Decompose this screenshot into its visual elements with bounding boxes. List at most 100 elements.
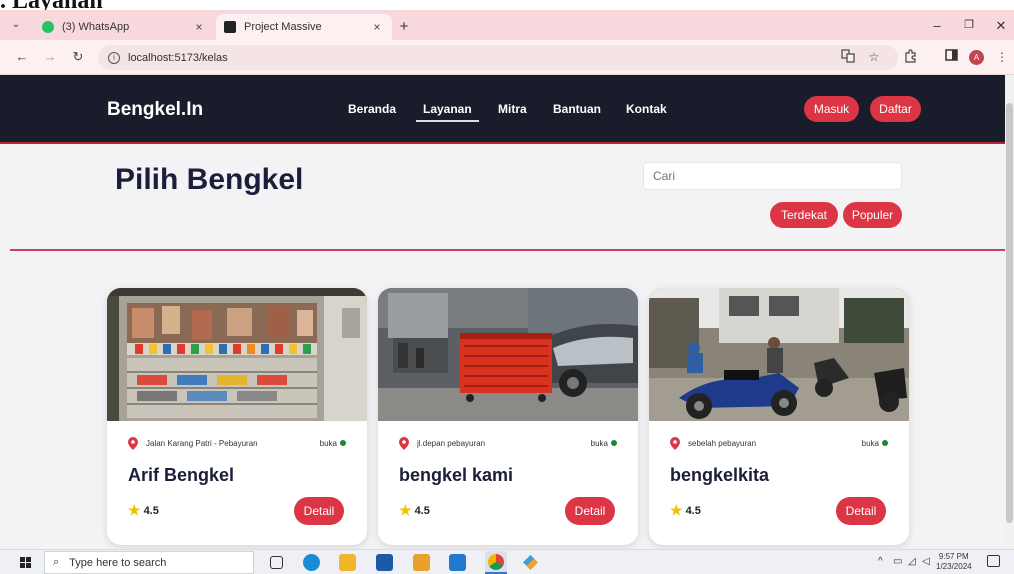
tab-label: (3) WhatsApp <box>62 21 130 33</box>
detail-button[interactable]: Detail <box>836 497 886 525</box>
workshop-photo <box>378 288 638 421</box>
show-hidden-icons-chevron-icon[interactable]: ^ <box>878 556 883 567</box>
rating-value: 4.5 <box>414 504 430 517</box>
browser-menu-icon[interactable]: ⋮ <box>994 49 1010 65</box>
workshop-name: Arif Bengkel <box>128 465 235 485</box>
tab-label: Project Massive <box>244 21 322 33</box>
rating-value: 4.5 <box>685 504 701 517</box>
workshop-card: sebelah pebayuran buka bengkelkita ★ 4.5 … <box>649 288 909 545</box>
close-icon[interactable]: × <box>370 20 384 34</box>
profile-avatar[interactable]: A <box>969 50 984 65</box>
status-text: buka <box>319 438 337 448</box>
status-dot-icon <box>340 440 346 446</box>
mail-icon[interactable] <box>376 554 393 571</box>
page-scrollbar[interactable] <box>1005 75 1014 549</box>
close-window-button[interactable]: ✕ <box>991 18 1011 34</box>
filter-terdekat-button[interactable]: Terdekat <box>770 202 838 228</box>
location-text: sebelah pebayuran <box>688 438 757 448</box>
rating: ★ 4.5 <box>128 502 159 519</box>
reload-icon[interactable]: ↻ <box>70 49 86 65</box>
task-view-icon[interactable] <box>270 556 283 569</box>
filter-populer-button[interactable]: Populer <box>843 202 902 228</box>
workshop-name: bengkelkita <box>670 465 770 485</box>
taskbar-search-placeholder: Type here to search <box>69 556 167 569</box>
nav-beranda[interactable]: Beranda <box>348 102 396 116</box>
clock-date: 1/23/2024 <box>936 562 972 571</box>
location-pin-icon <box>128 436 138 450</box>
nav-bantuan[interactable]: Bantuan <box>553 102 601 116</box>
network-icon[interactable]: ◿ <box>908 556 916 567</box>
nav-kontak[interactable]: Kontak <box>626 102 667 116</box>
whatsapp-icon <box>42 21 54 33</box>
workshop-photo <box>107 288 367 421</box>
scrollbar-thumb[interactable] <box>1006 103 1013 523</box>
section-divider <box>10 249 1005 251</box>
vscode-icon[interactable] <box>449 554 466 571</box>
star-icon: ★ <box>670 502 683 518</box>
sidepanel-icon[interactable] <box>943 49 959 65</box>
rating: ★ 4.5 <box>399 502 430 519</box>
project-favicon-icon <box>224 21 236 33</box>
search-input[interactable] <box>643 162 902 190</box>
workshop-name: bengkel kami <box>399 465 514 485</box>
bookmark-star-icon[interactable]: ☆ <box>866 49 882 65</box>
login-button[interactable]: Masuk <box>804 96 859 122</box>
rating-value: 4.5 <box>143 504 159 517</box>
volume-icon[interactable]: ◁ <box>922 556 930 567</box>
translate-icon[interactable] <box>840 49 856 65</box>
location-text: jl.depan pebayuran <box>417 438 486 448</box>
app-icon[interactable] <box>522 554 539 571</box>
status-badge: buka <box>591 439 617 448</box>
chrome-icon <box>488 554 504 570</box>
detail-button[interactable]: Detail <box>565 497 615 525</box>
tab-whatsapp[interactable]: (3) WhatsApp × <box>34 14 214 40</box>
windows-start-icon[interactable] <box>20 557 32 569</box>
detail-button[interactable]: Detail <box>294 497 344 525</box>
site-logo[interactable]: Bengkel.In <box>107 99 203 121</box>
tab-project-massive[interactable]: Project Massive × <box>216 14 392 40</box>
forward-arrow-icon[interactable]: → <box>42 49 58 65</box>
nav-layanan[interactable]: Layanan <box>416 102 479 122</box>
page-title: Pilih Bengkel <box>115 163 304 196</box>
chrome-active-slot[interactable] <box>485 551 507 574</box>
status-text: buka <box>861 438 879 448</box>
register-button[interactable]: Daftar <box>870 96 921 122</box>
location-pin-icon <box>670 436 680 450</box>
back-arrow-icon[interactable]: ← <box>14 49 30 65</box>
office-app-icon[interactable] <box>413 554 430 571</box>
nav-mitra[interactable]: Mitra <box>498 102 527 116</box>
rating: ★ 4.5 <box>670 502 701 519</box>
url-text: localhost:5173/kelas <box>128 51 228 64</box>
location-pin-icon <box>399 436 409 450</box>
battery-icon[interactable]: ▭ <box>893 556 902 567</box>
status-text: buka <box>590 438 608 448</box>
notification-icon[interactable] <box>987 555 1000 567</box>
location-row: jl.depan pebayuran buka <box>399 436 617 450</box>
extensions-icon[interactable] <box>902 49 918 65</box>
close-icon[interactable]: × <box>192 20 206 34</box>
tab-search-chevron-icon[interactable]: ⌄ <box>8 17 24 33</box>
status-dot-icon <box>882 440 888 446</box>
page-viewport: Bengkel.In Beranda Layanan Mitra Bantuan… <box>0 75 1014 549</box>
restore-button[interactable]: ❐ <box>959 18 979 31</box>
taskbar-clock[interactable]: 9:57 PM 1/23/2024 <box>936 552 972 572</box>
star-icon: ★ <box>128 502 141 518</box>
status-badge: buka <box>320 439 346 448</box>
star-icon: ★ <box>399 502 412 518</box>
status-dot-icon <box>611 440 617 446</box>
taskbar-search-input[interactable]: ⌕ Type here to search <box>44 551 254 574</box>
location-row: sebelah pebayuran buka <box>670 436 888 450</box>
location-text: Jalan Karang Patri - Pebayuran <box>146 438 258 448</box>
workshop-card: Jalan Karang Patri - Pebayuran buka Arif… <box>107 288 367 545</box>
info-icon[interactable]: i <box>108 51 120 64</box>
clock-time: 9:57 PM <box>938 552 969 561</box>
edge-icon[interactable] <box>303 554 320 571</box>
file-explorer-icon[interactable] <box>339 554 356 571</box>
document-heading: . Layanan <box>0 0 103 14</box>
address-bar[interactable]: i localhost:5173/kelas <box>98 45 898 70</box>
browser-tab-strip: ⌄ (3) WhatsApp × Project Massive × + – ❐… <box>0 10 1014 40</box>
new-tab-button[interactable]: + <box>396 19 412 35</box>
workshop-card: jl.depan pebayuran buka bengkel kami ★ 4.… <box>378 288 638 545</box>
minimize-button[interactable]: – <box>927 18 947 33</box>
browser-toolbar: ← → ↻ i localhost:5173/kelas ☆ A ⋮ <box>0 40 1014 75</box>
